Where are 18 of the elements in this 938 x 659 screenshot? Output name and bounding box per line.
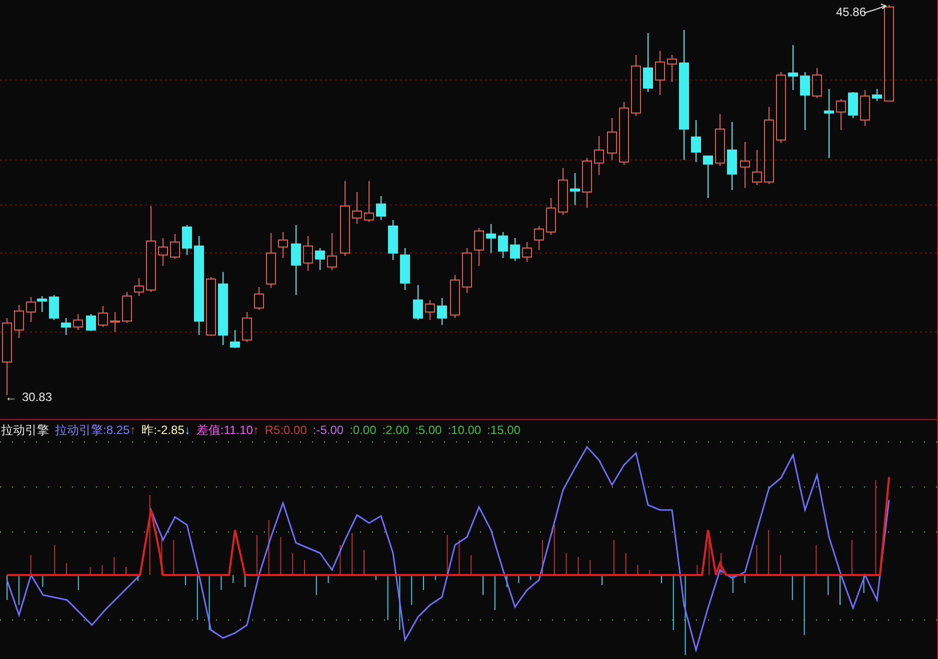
left-arrow: ← bbox=[5, 389, 17, 406]
legend-value: :15.00 bbox=[487, 422, 520, 438]
legend-value: R5:0.00 bbox=[264, 422, 307, 438]
indicator-title: 拉动引擎 bbox=[1, 422, 49, 438]
trend-arrow: ↑ bbox=[130, 422, 136, 438]
trend-arrow: ↓ bbox=[184, 422, 190, 438]
low-price-label: 30.83 bbox=[22, 389, 52, 406]
legend-value: 差值:11.10 bbox=[196, 422, 253, 438]
high-price-label: 45.86 bbox=[836, 4, 866, 21]
legend-value: 昨:-2.85 bbox=[142, 422, 184, 438]
pointer-arrow-icon bbox=[864, 4, 886, 14]
trend-arrow: ↑ bbox=[252, 422, 259, 438]
legend-value: :0.00 bbox=[350, 422, 376, 438]
legend-value: :-5.00 bbox=[312, 422, 344, 438]
legend-value: :2.00 bbox=[382, 422, 409, 438]
legend-value: :10.00 bbox=[448, 422, 482, 438]
legend-value: 拉动引擎:8.25 bbox=[55, 422, 130, 438]
legend-value: :5.00 bbox=[415, 422, 442, 438]
